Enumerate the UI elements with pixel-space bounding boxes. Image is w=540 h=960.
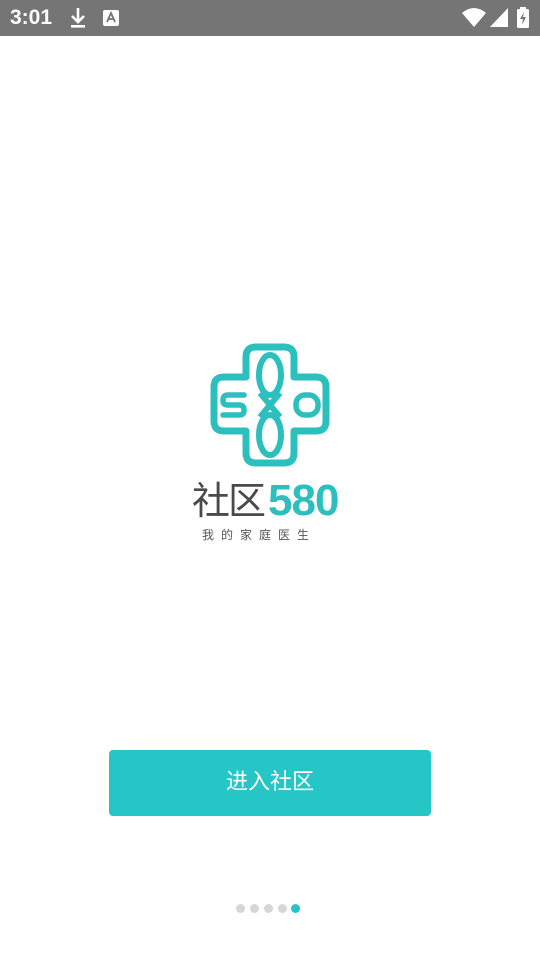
enter-community-button[interactable]: 进入社区 <box>109 750 431 816</box>
page-dot-active[interactable] <box>291 904 300 913</box>
slogan: 我的家庭医生 <box>202 528 317 542</box>
download-icon <box>68 6 88 30</box>
brand-chinese: 社区 <box>192 479 266 523</box>
page-dot[interactable] <box>264 904 273 913</box>
cell-signal-icon <box>489 6 509 30</box>
wifi-icon <box>461 6 487 30</box>
text-a-icon <box>102 6 120 30</box>
page-dot[interactable] <box>250 904 259 913</box>
page-dot[interactable] <box>236 904 245 913</box>
page-dot[interactable] <box>278 904 287 913</box>
battery-charging-icon <box>516 6 530 30</box>
status-bar: 3:01 <box>0 0 540 36</box>
cross-logo-icon <box>210 343 330 467</box>
brand-name: 社区 580 <box>190 477 350 525</box>
brand-number: 580 <box>268 476 339 525</box>
splash-screen: 3:01 社区 580 我的家庭医生 进入社区 <box>0 0 540 960</box>
page-indicator <box>236 904 306 914</box>
app-logo: 社区 580 我的家庭医生 <box>190 343 350 553</box>
status-time: 3:01 <box>10 6 53 29</box>
